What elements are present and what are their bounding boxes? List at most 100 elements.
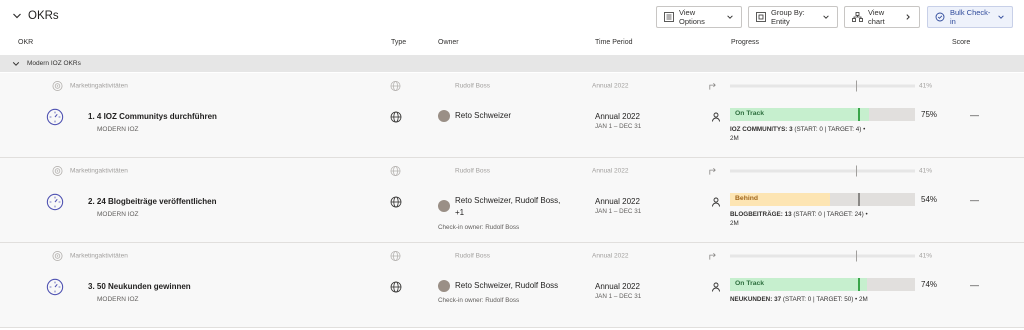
avatar: [438, 110, 450, 122]
view-chart-label: View chart: [868, 8, 885, 26]
chart-icon: [852, 12, 863, 22]
progress-expected-tick: [858, 108, 860, 121]
chevron-right-icon: [906, 14, 910, 20]
progress-bar[interactable]: On Track: [730, 108, 915, 121]
parent-owner: Rudolf Boss: [455, 252, 491, 260]
person-icon: [712, 112, 720, 122]
status-badge: On Track: [735, 110, 765, 117]
parent-period: Annual 2022: [592, 82, 629, 90]
view-options-button[interactable]: View Options: [656, 6, 742, 28]
column-score[interactable]: Score: [952, 39, 970, 46]
parent-objective-title: Marketingaktivitäten: [70, 82, 128, 90]
time-period: Annual 2022: [595, 282, 640, 291]
metric-name: NEUKUNDEN: 37: [730, 296, 782, 303]
metric-detail: (START: 0 | TARGET: 50) • 2M: [782, 296, 868, 303]
okr-entity: MODERN IOZ: [97, 296, 139, 303]
refresh-icon: [935, 12, 945, 22]
person-icon: [712, 282, 720, 292]
parent-owner: Rudolf Boss: [455, 82, 491, 90]
progress-pct: 54%: [921, 195, 938, 204]
owner-name: Reto Schweizer: [455, 111, 512, 120]
owner-more-count[interactable]: +1: [455, 208, 464, 217]
chevron-down-icon: [13, 13, 21, 19]
parent-objective-row[interactable]: Marketingaktivitäten Rudolf Boss Annual …: [0, 158, 1024, 184]
globe-icon: [390, 81, 401, 91]
metric-line: NEUKUNDEN: 37 (START: 0 | TARGET: 50) • …: [730, 295, 910, 304]
bulk-checkin-button[interactable]: Bulk Check-in: [927, 6, 1013, 28]
column-type[interactable]: Type: [391, 39, 406, 46]
progress-pct: 75%: [921, 110, 938, 119]
checkin-owner: Check-in owner: Rudolf Boss: [438, 297, 520, 304]
avatar-stack: [438, 200, 450, 212]
globe-icon: [390, 111, 402, 123]
parent-progress-tick: [856, 80, 857, 92]
group-label: Modern IOZ OKRs: [27, 60, 81, 67]
okr-title[interactable]: 1. 4 IOZ Communitys durchführen: [88, 112, 217, 121]
okr-entity: MODERN IOZ: [97, 126, 139, 133]
time-period: Annual 2022: [595, 112, 640, 121]
row-divider: [0, 327, 1024, 328]
score[interactable]: —: [970, 280, 979, 290]
person-icon: [712, 197, 720, 207]
owner-name: Reto Schweizer, Rudolf Boss: [455, 281, 559, 290]
chevron-down-icon: [12, 61, 20, 66]
okr-row[interactable]: 3. 50 Neukunden gewinnen MODERN IOZ Reto…: [0, 269, 1024, 327]
globe-icon: [390, 251, 401, 261]
metric-detail: (START: 0 | TARGET: 24) •: [793, 211, 868, 218]
globe-icon: [390, 281, 402, 293]
metric-name: BLOGBEITRÄGE: 13: [730, 211, 792, 218]
owner-cell[interactable]: Reto Schweizer, Rudolf Boss, +1: [438, 195, 560, 219]
view-chart-button[interactable]: View chart: [844, 6, 920, 28]
column-progress[interactable]: Progress: [731, 39, 759, 46]
metric-extra: 2M: [730, 220, 739, 227]
group-by-button[interactable]: Group By: Entity: [748, 6, 838, 28]
goal-icon: [52, 166, 63, 176]
okr-row[interactable]: 2. 24 Blogbeiträge veröffentlichen MODER…: [0, 184, 1024, 242]
arrow-turn-icon: [709, 168, 716, 175]
time-period-range: JAN 1 – DEC 31: [595, 293, 642, 300]
group-header[interactable]: Modern IOZ OKRs: [0, 55, 1024, 72]
group-icon: [756, 12, 766, 22]
parent-objective-title: Marketingaktivitäten: [70, 167, 128, 175]
okr-row[interactable]: 1. 4 IOZ Communitys durchführen MODERN I…: [0, 99, 1024, 157]
parent-progress-tick: [856, 165, 857, 177]
parent-objective-row[interactable]: Marketingaktivitäten Rudolf Boss Annual …: [0, 243, 1024, 269]
metric-extra: 2M: [730, 135, 739, 142]
progress-expected-tick: [858, 278, 860, 291]
parent-progress-pct: 41%: [919, 82, 933, 90]
score[interactable]: —: [970, 110, 979, 120]
progress-bar[interactable]: On Track: [730, 278, 915, 291]
goal-icon: [52, 251, 63, 261]
owner-cell[interactable]: Reto Schweizer, Rudolf Boss: [438, 280, 558, 292]
goal-icon: [52, 81, 63, 91]
parent-progress-pct: 41%: [919, 252, 933, 260]
arrow-turn-icon: [709, 253, 716, 260]
gauge-icon: [46, 108, 64, 126]
okr-title[interactable]: 2. 24 Blogbeiträge veröffentlichen: [88, 197, 216, 206]
parent-objective-row[interactable]: Marketingaktivitäten Rudolf Boss Annual …: [0, 73, 1024, 99]
toolbar: OKRs View Options Group By: Entity View …: [0, 0, 1024, 36]
arrow-turn-icon: [709, 83, 716, 90]
metric-line: BLOGBEITRÄGE: 13 (START: 0 | TARGET: 24)…: [730, 210, 880, 228]
view-options-label: View Options: [679, 8, 705, 26]
owner-name: Reto Schweizer, Rudolf Boss, +1: [455, 196, 561, 217]
column-time-period[interactable]: Time Period: [595, 39, 632, 46]
okrs-collapse-toggle[interactable]: OKRs: [12, 10, 59, 22]
globe-icon: [390, 166, 401, 176]
gauge-icon: [46, 278, 64, 296]
parent-progress-bar: [730, 250, 915, 262]
score[interactable]: —: [970, 195, 979, 205]
parent-progress-bar: [730, 165, 915, 177]
metric-detail: (START: 0 | TARGET: 4) •: [794, 126, 866, 133]
bulk-checkin-label: Bulk Check-in: [950, 8, 991, 26]
progress-bar[interactable]: Behind: [730, 193, 915, 206]
owner-cell[interactable]: Reto Schweizer: [438, 110, 511, 122]
okr-title[interactable]: 3. 50 Neukunden gewinnen: [88, 282, 191, 291]
column-okr[interactable]: OKR: [18, 39, 33, 46]
time-period-range: JAN 1 – DEC 31: [595, 208, 642, 215]
status-badge: On Track: [735, 280, 765, 287]
group-by-label: Group By: Entity: [771, 8, 805, 26]
parent-progress-bar: [730, 80, 915, 92]
metric-line: IOZ COMMUNITYS: 3 (START: 0 | TARGET: 4)…: [730, 125, 880, 143]
column-owner[interactable]: Owner: [438, 39, 459, 46]
